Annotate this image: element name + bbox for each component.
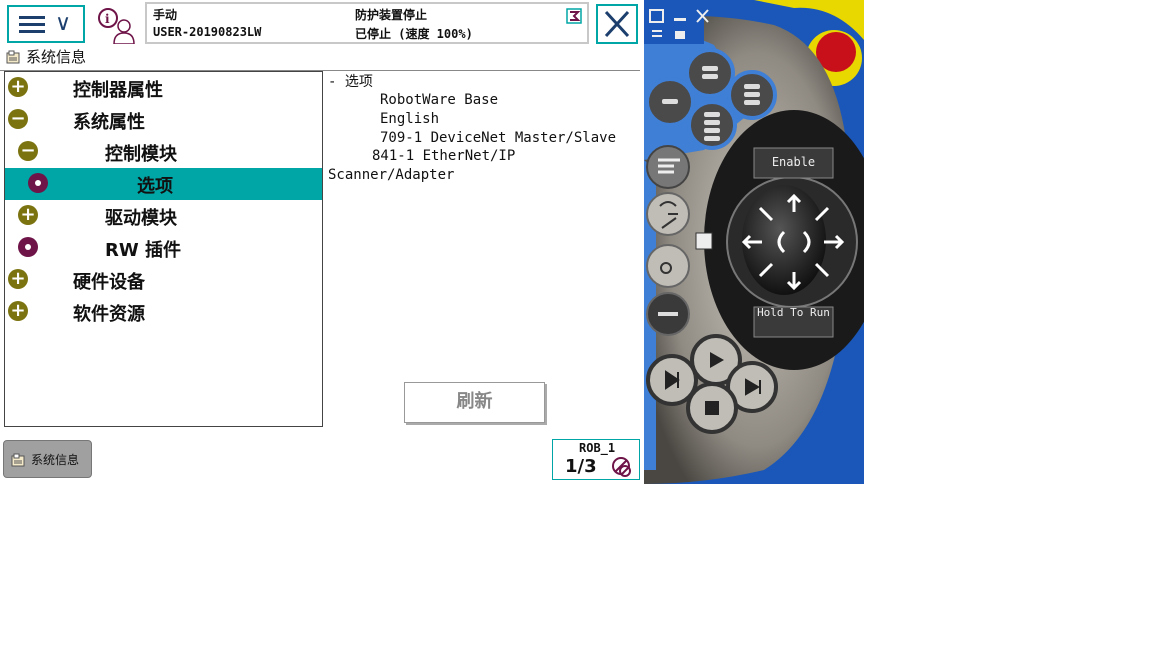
operating-mode: 手动 bbox=[153, 8, 178, 22]
tree-item-label: 软件资源 bbox=[73, 304, 145, 325]
taskbar-label: 系统信息 bbox=[31, 453, 80, 467]
hold-to-run-button[interactable] bbox=[754, 307, 833, 337]
speed-icon bbox=[612, 457, 631, 477]
system-info-icon bbox=[6, 50, 20, 64]
run-status: 已停止 (速度 100%) bbox=[355, 27, 473, 41]
collapse-icon[interactable]: − bbox=[8, 109, 28, 129]
detail-line: RobotWare Base bbox=[380, 92, 499, 108]
menu-icon bbox=[19, 16, 45, 34]
expand-icon[interactable]: + bbox=[8, 269, 28, 289]
event-log-icon[interactable]: i bbox=[98, 6, 138, 44]
status-bar[interactable]: 手动 USER-20190823LW 防护装置停止 已停止 (速度 100%) bbox=[145, 2, 589, 44]
tree-item-control-module[interactable]: − 控制模块 bbox=[5, 136, 322, 168]
pendant-body bbox=[644, 0, 864, 484]
tree-item-label: 系统属性 bbox=[73, 112, 145, 133]
tree-item-hardware-devices[interactable]: + 硬件设备 bbox=[5, 264, 322, 296]
expand-icon[interactable]: + bbox=[8, 77, 28, 97]
quickset-button[interactable]: ROB_1 1/3 bbox=[552, 439, 640, 480]
enable-device[interactable] bbox=[754, 148, 833, 178]
tree-item-software-resources[interactable]: + 软件资源 bbox=[5, 296, 322, 328]
collapse-icon[interactable]: − bbox=[18, 141, 38, 161]
increment-fraction: 1/3 bbox=[565, 456, 597, 477]
system-name: USER-20190823LW bbox=[153, 25, 262, 39]
tree-item-label: 驱动模块 bbox=[105, 208, 177, 229]
tree-item-label: 控制器属性 bbox=[73, 80, 163, 101]
tree-item-label: 硬件设备 bbox=[73, 272, 145, 293]
detail-line: 841-1 EtherNet/IP bbox=[372, 148, 516, 164]
program-status-icon bbox=[566, 8, 582, 24]
mechanical-unit-name: ROB_1 bbox=[579, 441, 616, 455]
detail-line: Scanner/Adapter bbox=[328, 167, 455, 183]
guard-status: 防护装置停止 bbox=[355, 8, 428, 22]
chevron-down-icon: ∨ bbox=[55, 11, 72, 36]
expand-icon[interactable]: + bbox=[18, 205, 38, 225]
tree-item-rw-addins[interactable]: RW 插件 bbox=[5, 232, 322, 264]
tree-item-options[interactable]: 选项 bbox=[5, 168, 322, 200]
tree-item-controller-properties[interactable]: + 控制器属性 bbox=[5, 72, 322, 104]
tree-item-label: 控制模块 bbox=[105, 144, 177, 165]
leaf-node-icon bbox=[18, 237, 38, 257]
tree-item-drive-module[interactable]: + 驱动模块 bbox=[5, 200, 322, 232]
svg-text:i: i bbox=[105, 12, 110, 26]
refresh-button[interactable]: 刷新 bbox=[404, 382, 545, 423]
flexpendant-screen: ∨ i 手动 USER-20190823LW 防护装置停止 已停止 (速度 10… bbox=[0, 0, 644, 484]
detail-line: 709-1 DeviceNet Master/Slave bbox=[380, 130, 617, 146]
close-icon bbox=[604, 10, 630, 38]
leaf-node-icon bbox=[28, 173, 48, 193]
window-title-bar: 系统信息 bbox=[0, 45, 640, 71]
detail-heading: - 选项 bbox=[328, 74, 373, 90]
main-menu-button[interactable]: ∨ bbox=[7, 5, 85, 43]
detail-line: English bbox=[380, 111, 440, 127]
tree-item-system-properties[interactable]: − 系统属性 bbox=[5, 104, 322, 136]
tree-item-label: RW 插件 bbox=[105, 240, 181, 261]
virtual-flexpendant-hardware: Enable Hold To Run bbox=[644, 0, 864, 484]
system-info-icon bbox=[11, 453, 25, 467]
expand-icon[interactable]: + bbox=[8, 301, 28, 321]
system-info-tree[interactable]: + 控制器属性 − 系统属性 − 控制模块 选项 + 驱动模块 RW 插件 + … bbox=[4, 71, 323, 427]
tree-item-label: 选项 bbox=[137, 176, 173, 197]
taskbar-system-info[interactable]: 系统信息 bbox=[3, 440, 92, 478]
window-title: 系统信息 bbox=[26, 48, 87, 66]
close-button[interactable] bbox=[596, 4, 638, 44]
